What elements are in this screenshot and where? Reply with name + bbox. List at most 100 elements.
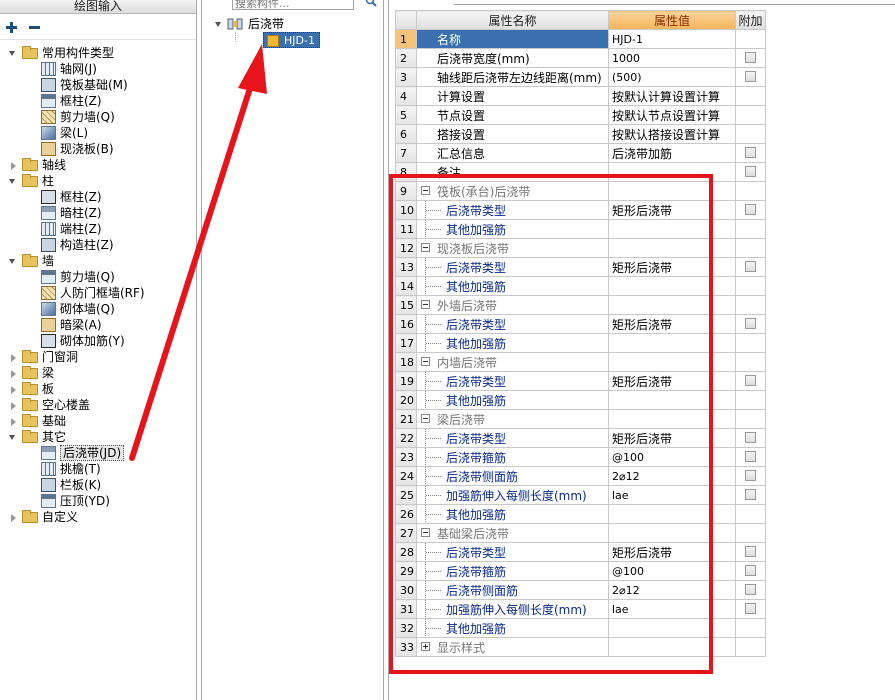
property-value-cell[interactable] <box>608 390 736 410</box>
property-row[interactable]: 1 名称 HJD-1 <box>395 29 766 49</box>
tree-folder[interactable]: 板 <box>0 381 196 397</box>
search-input[interactable] <box>232 0 354 10</box>
add-checkbox[interactable] <box>745 546 756 557</box>
property-value-cell[interactable] <box>608 637 736 657</box>
property-row[interactable]: 4 计算设置 按默认计算设置计算 <box>395 86 766 106</box>
property-value-cell[interactable]: 矩形后浇带 <box>608 257 736 277</box>
grid-header-add[interactable]: 附加 <box>735 10 766 30</box>
tree-item[interactable]: 砌体墙(Q) <box>0 301 196 317</box>
property-value-cell[interactable] <box>608 162 736 182</box>
property-name-cell[interactable]: 外墙后浇带 <box>416 295 609 315</box>
property-name-cell[interactable]: 计算设置 <box>416 86 609 106</box>
property-value-cell[interactable] <box>608 523 736 543</box>
property-name-cell[interactable]: 节点设置 <box>416 105 609 125</box>
property-row[interactable]: 2 后浇带宽度(mm) 1000 <box>395 48 766 68</box>
property-name-cell[interactable]: 现浇板后浇带 <box>416 238 609 258</box>
add-checkbox[interactable] <box>745 261 756 272</box>
add-checkbox-cell[interactable] <box>735 447 766 467</box>
property-value-cell[interactable]: 2⌀12 <box>608 580 736 600</box>
property-name-cell[interactable]: 备注 <box>416 162 609 182</box>
property-name-cell[interactable]: 后浇带侧面筋 <box>416 580 609 600</box>
property-row[interactable]: 19 后浇带类型 矩形后浇带 <box>395 371 766 391</box>
property-value-cell[interactable]: lae <box>608 485 736 505</box>
property-name-cell[interactable]: 后浇带类型 <box>416 371 609 391</box>
collapse-arrow-icon[interactable] <box>9 179 15 184</box>
add-checkbox-cell[interactable] <box>735 428 766 448</box>
property-value-cell[interactable]: @100 <box>608 561 736 581</box>
collapse-arrow-icon[interactable] <box>9 259 15 264</box>
property-row[interactable]: 7 汇总信息 后浇带加筋 <box>395 143 766 163</box>
tree-item[interactable]: 现浇板(B) <box>0 141 196 157</box>
collapse-group-icon[interactable] <box>421 243 430 252</box>
property-name-cell[interactable]: 其他加强筋 <box>416 390 609 410</box>
expand-group-icon[interactable] <box>421 642 430 651</box>
add-checkbox-cell[interactable] <box>735 371 766 391</box>
add-checkbox-cell[interactable] <box>735 314 766 334</box>
property-row[interactable]: 31 加强筋伸入每侧长度(mm) lae <box>395 599 766 619</box>
property-name-cell[interactable]: 其他加强筋 <box>416 504 609 524</box>
add-checkbox-cell[interactable] <box>735 466 766 486</box>
property-value-cell[interactable]: @100 <box>608 447 736 467</box>
property-name-cell[interactable]: 筏板(承台)后浇带 <box>416 181 609 201</box>
tree-folder[interactable]: 柱 <box>0 173 196 189</box>
add-checkbox[interactable] <box>745 71 756 82</box>
property-value-cell[interactable] <box>608 295 736 315</box>
property-row[interactable]: 16 后浇带类型 矩形后浇带 <box>395 314 766 334</box>
expand-arrow-icon[interactable] <box>11 162 16 170</box>
property-row[interactable]: 32 其他加强筋 <box>395 618 766 638</box>
property-value-cell[interactable] <box>608 409 736 429</box>
add-checkbox-cell[interactable] <box>735 48 766 68</box>
add-checkbox[interactable] <box>745 166 756 177</box>
property-row[interactable]: 5 节点设置 按默认节点设置计算 <box>395 105 766 125</box>
collapse-group-icon[interactable] <box>421 186 430 195</box>
tree-item[interactable]: 挑檐(T) <box>0 461 196 477</box>
add-checkbox[interactable] <box>745 147 756 158</box>
property-value-cell[interactable] <box>608 181 736 201</box>
property-row[interactable]: 14 其他加强筋 <box>395 276 766 296</box>
property-name-cell[interactable]: 其他加强筋 <box>416 618 609 638</box>
property-row[interactable]: 8 备注 <box>395 162 766 182</box>
property-row[interactable]: 33 显示样式 <box>395 637 766 657</box>
tree-folder[interactable]: 空心楼盖 <box>0 397 196 413</box>
property-name-cell[interactable]: 后浇带侧面筋 <box>416 466 609 486</box>
property-name-cell[interactable]: 后浇带宽度(mm) <box>416 48 609 68</box>
collapse-group-icon[interactable] <box>421 528 430 537</box>
tree-item[interactable]: 暗梁(A) <box>0 317 196 333</box>
tree-item[interactable]: 栏板(K) <box>0 477 196 493</box>
expand-arrow-icon[interactable] <box>11 370 16 378</box>
property-value-cell[interactable] <box>608 618 736 638</box>
property-row[interactable]: 22 后浇带类型 矩形后浇带 <box>395 428 766 448</box>
tree-item[interactable]: 剪力墙(Q) <box>0 269 196 285</box>
tree-item[interactable]: 砌体加筋(Y) <box>0 333 196 349</box>
add-checkbox-cell[interactable] <box>735 485 766 505</box>
property-row[interactable]: 9 筏板(承台)后浇带 <box>395 181 766 201</box>
property-value-cell[interactable] <box>608 276 736 296</box>
property-row[interactable]: 13 后浇带类型 矩形后浇带 <box>395 257 766 277</box>
property-name-cell[interactable]: 后浇带类型 <box>416 428 609 448</box>
expand-arrow-icon[interactable] <box>11 354 16 362</box>
expand-arrow-icon[interactable] <box>11 418 16 426</box>
property-value-cell[interactable]: 后浇带加筋 <box>608 143 736 163</box>
add-checkbox-cell[interactable] <box>735 257 766 277</box>
add-checkbox[interactable] <box>745 584 756 595</box>
property-name-cell[interactable]: 其他加强筋 <box>416 333 609 353</box>
add-checkbox[interactable] <box>745 489 756 500</box>
expand-arrow-icon[interactable] <box>11 514 16 522</box>
property-value-cell[interactable] <box>608 352 736 372</box>
property-value-cell[interactable]: lae <box>608 599 736 619</box>
tree-item[interactable]: 人防门框墙(RF) <box>0 285 196 301</box>
add-checkbox-cell[interactable] <box>735 580 766 600</box>
tree-item[interactable]: 筏板基础(M) <box>0 77 196 93</box>
collapse-arrow-icon[interactable] <box>9 435 15 440</box>
add-checkbox-cell[interactable] <box>735 162 766 182</box>
property-name-cell[interactable]: 显示样式 <box>416 637 609 657</box>
property-value-cell[interactable]: 矩形后浇带 <box>608 371 736 391</box>
add-checkbox[interactable] <box>745 565 756 576</box>
expand-all-icon[interactable] <box>4 20 20 34</box>
property-name-cell[interactable]: 基础梁后浇带 <box>416 523 609 543</box>
add-checkbox[interactable] <box>745 432 756 443</box>
property-row[interactable]: 26 其他加强筋 <box>395 504 766 524</box>
collapse-group-icon[interactable] <box>421 414 430 423</box>
tree-folder[interactable]: 梁 <box>0 365 196 381</box>
property-row[interactable]: 29 后浇带箍筋 @100 <box>395 561 766 581</box>
